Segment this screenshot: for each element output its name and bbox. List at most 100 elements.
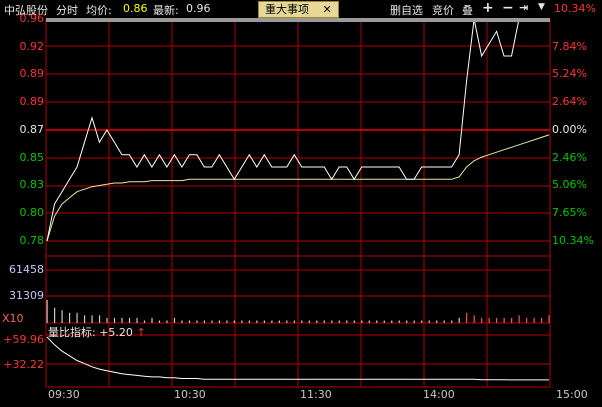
- volume-ratio-label: 量比指标:: [48, 326, 96, 339]
- volume-bar: [98, 315, 101, 323]
- volume-bar: [76, 312, 78, 323]
- volume-bar: [421, 320, 423, 323]
- volume-bar: [46, 300, 48, 323]
- price-tick-prev-close: 0.87: [19, 123, 45, 136]
- price-tick: 0.80: [19, 206, 45, 219]
- volume-bar: [286, 320, 288, 323]
- top-scrollbar: [46, 18, 550, 22]
- volume-scale: X10: [2, 312, 44, 325]
- price-tick: 0.92: [19, 40, 45, 53]
- time-tick: 14:00: [423, 388, 455, 401]
- volume-bar: [121, 317, 123, 323]
- volume-bar: [256, 320, 258, 323]
- volume-bar: [391, 320, 393, 323]
- volume-bar: [413, 320, 415, 323]
- volume-bar: [376, 320, 378, 323]
- volume-bar: [496, 317, 498, 323]
- volume-bar: [406, 320, 408, 323]
- volume-bar: [533, 317, 535, 323]
- volume-bar: [151, 317, 153, 323]
- volume-bar: [323, 320, 325, 323]
- volume-bar: [136, 317, 138, 323]
- volume-bar: [263, 320, 265, 323]
- ratio-tick: +59.96: [3, 333, 44, 346]
- volume-bar: [271, 320, 273, 323]
- volume-bar: [226, 320, 228, 323]
- volume-bar: [458, 317, 460, 323]
- pct-tick: 10.34%: [552, 234, 594, 247]
- volume-bar: [233, 320, 236, 323]
- volume-bar: [53, 307, 56, 323]
- pct-tick: 2.46%: [552, 151, 587, 164]
- arrow-up-icon: ↑: [136, 326, 146, 339]
- time-tick: 15:00: [556, 388, 588, 401]
- volume-bar: [196, 320, 198, 323]
- volume-bar: [158, 320, 161, 323]
- volume-bar: [383, 320, 385, 323]
- time-tick: 10:30: [174, 388, 206, 401]
- volume-bar: [166, 320, 168, 323]
- volume-bar: [241, 320, 243, 323]
- volume-bar: [293, 320, 295, 323]
- volume-bar: [466, 312, 468, 323]
- pct-tick: 2.64%: [552, 95, 587, 108]
- volume-bar: [488, 317, 490, 323]
- volume-bar: [106, 317, 108, 323]
- volume-bar: [548, 315, 550, 323]
- volume-bar: [83, 315, 86, 323]
- price-tick: 0.96: [19, 12, 45, 25]
- volume-bar: [398, 320, 400, 323]
- volume-bar: [511, 317, 513, 323]
- pct-tick: 5.06%: [552, 178, 587, 191]
- volume-bar: [443, 320, 445, 323]
- volume-bar: [68, 312, 71, 323]
- volume-ratio-value: +5.20: [99, 326, 133, 339]
- volume-bar: [361, 320, 363, 323]
- volume-ratio-header: 量比指标: +5.20 ↑: [48, 324, 146, 340]
- volume-bar: [278, 320, 280, 323]
- volume-bar: [503, 317, 505, 323]
- volume-bar: [481, 317, 483, 323]
- volume-bar: [211, 320, 213, 323]
- price-tick: 0.78: [19, 234, 45, 247]
- volume-bar: [181, 320, 183, 323]
- pct-tick: 7.65%: [552, 206, 587, 219]
- volume-bar: [518, 315, 520, 323]
- volume-bar: [346, 320, 348, 323]
- intraday-chart[interactable]: [0, 0, 602, 407]
- volume-bar: [91, 315, 93, 323]
- volume-scale-label: X10: [2, 312, 24, 325]
- volume-bar: [61, 310, 63, 323]
- volume-bar: [188, 320, 191, 323]
- volume-bar: [143, 320, 146, 323]
- pct-tick: 5.24%: [552, 67, 587, 80]
- volume-bar: [113, 317, 116, 323]
- volume-bar: [451, 320, 453, 323]
- volume-bar: [353, 320, 355, 323]
- volume-bar: [173, 317, 176, 323]
- pct-tick: 7.84%: [552, 40, 587, 53]
- volume-bar: [368, 320, 370, 323]
- time-tick: 11:30: [300, 388, 332, 401]
- volume-bar: [541, 317, 543, 323]
- volume-bar: [473, 315, 475, 323]
- time-tick: 09:30: [48, 388, 80, 401]
- volume-bar: [308, 320, 310, 323]
- volume-bar: [436, 320, 438, 323]
- volume-tick: 31309: [9, 289, 44, 302]
- volume-bar: [203, 320, 206, 323]
- volume-bar: [218, 320, 221, 323]
- volume-bar: [301, 320, 303, 323]
- price-tick: 0.83: [19, 178, 45, 191]
- volume-bar: [338, 320, 340, 323]
- volume-bar: [316, 320, 318, 323]
- price-tick: 0.89: [19, 67, 45, 80]
- ratio-tick: +32.22: [3, 358, 44, 371]
- pct-tick-zero: 0.00%: [552, 123, 587, 136]
- volume-bar: [331, 320, 333, 323]
- volume-bar: [128, 317, 131, 323]
- volume-tick: 61458: [9, 263, 44, 276]
- volume-bar: [428, 320, 430, 323]
- volume-bar: [526, 317, 528, 323]
- price-tick: 0.89: [19, 95, 45, 108]
